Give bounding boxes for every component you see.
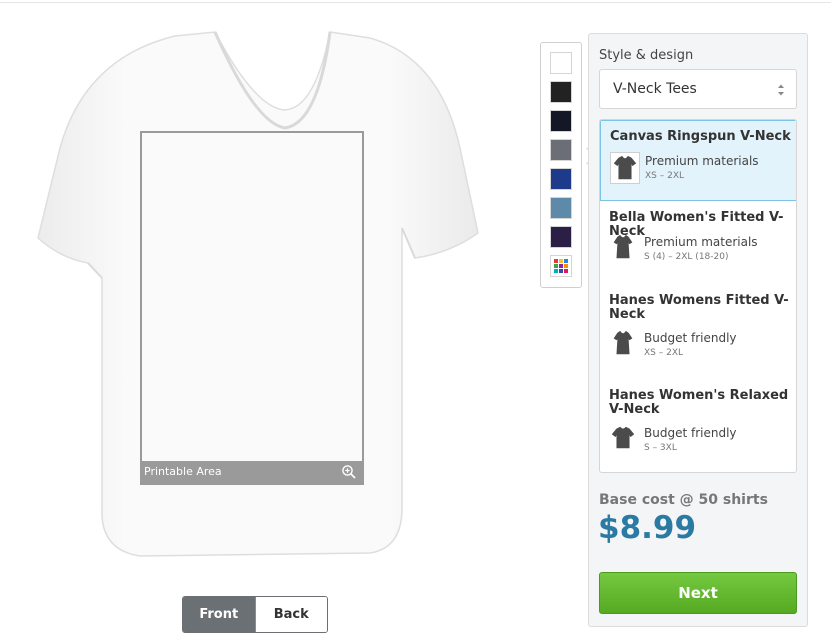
back-view-button[interactable]: Back [254, 597, 327, 632]
product-desc: Premium materials [644, 235, 758, 249]
printable-area[interactable]: Printable Area [140, 131, 364, 485]
style-select-value: V-Neck Tees [613, 81, 697, 97]
color-swatch-purple[interactable] [550, 226, 572, 248]
product-desc: Budget friendly [644, 426, 737, 440]
next-button[interactable]: Next [599, 572, 797, 614]
tshirt-thumbnail-icon [609, 232, 639, 264]
color-swatch-black[interactable] [550, 81, 572, 103]
product-item-canvas-ringspun-v-neck[interactable]: Canvas Ringspun V-Neck Premium materials… [600, 120, 796, 201]
color-swatch-steel-blue[interactable] [550, 197, 572, 219]
product-sizes: XS – 2XL [644, 348, 684, 358]
color-swatch-navy[interactable] [550, 110, 572, 132]
base-cost-price: $8.99 [598, 510, 697, 546]
color-grid-icon[interactable] [550, 255, 572, 277]
view-toggle: Front Back [182, 596, 328, 633]
product-sizes: S (4) – 2XL (18-20) [644, 252, 729, 262]
product-name: Hanes Womens Fitted V-Neck [609, 293, 789, 322]
zoom-in-icon[interactable] [341, 464, 357, 480]
printable-area-bar: Printable Area [142, 461, 362, 483]
product-item-bella-womens-fitted-v-neck[interactable]: Bella Women's Fitted V-Neck Premium mate… [600, 201, 796, 289]
product-desc: Budget friendly [644, 331, 737, 345]
base-cost-label: Base cost @ 50 shirts [599, 492, 768, 508]
tshirt-thumbnail-icon [609, 423, 639, 455]
product-name: Hanes Women's Relaxed V-Neck [609, 388, 789, 417]
front-view-button[interactable]: Front [183, 597, 255, 632]
printable-area-label: Printable Area [144, 465, 222, 478]
panel-title: Style & design [599, 48, 694, 63]
top-divider [0, 2, 831, 3]
product-list: Canvas Ringspun V-Neck Premium materials… [599, 119, 797, 473]
shirt-preview: Printable Area [30, 28, 520, 576]
color-swatch-white[interactable] [550, 52, 572, 74]
product-sizes: S – 3XL [644, 443, 677, 453]
style-select[interactable]: V-Neck Tees [599, 69, 797, 109]
product-item-hanes-womens-relaxed-v-neck[interactable]: Hanes Women's Relaxed V-Neck Budget frie… [600, 385, 796, 472]
color-swatch-royal-blue[interactable] [550, 168, 572, 190]
select-arrows-icon [778, 84, 784, 96]
product-item-hanes-womens-fitted-v-neck[interactable]: Hanes Womens Fitted V-Neck Budget friend… [600, 289, 796, 385]
product-name: Canvas Ringspun V-Neck [610, 129, 791, 144]
color-swatch-gray[interactable] [550, 139, 572, 161]
tshirt-thumbnail-icon [610, 152, 640, 184]
product-sizes: XS – 2XL [645, 171, 685, 181]
color-palette [540, 42, 582, 288]
tshirt-thumbnail-icon [609, 328, 639, 360]
product-desc: Premium materials [645, 154, 759, 168]
style-panel: Style & design V-Neck Tees Canvas Ringsp… [588, 33, 808, 627]
